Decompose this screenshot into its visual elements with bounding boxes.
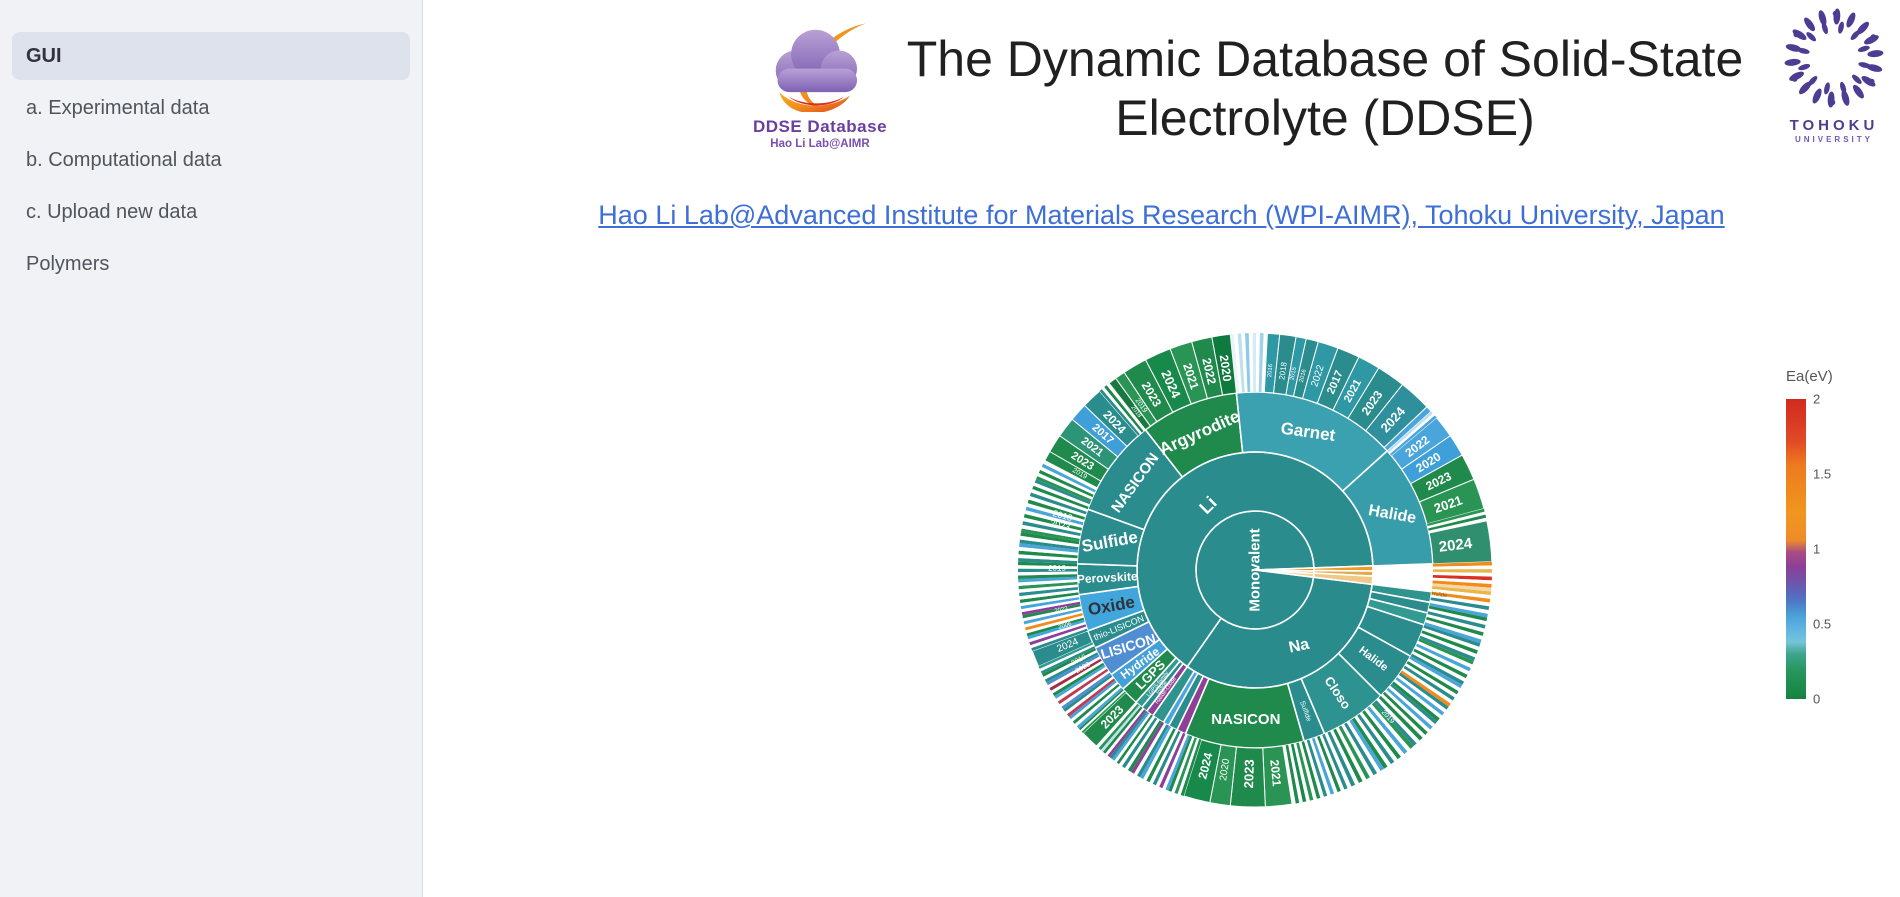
sidebar-item-polymers[interactable]: Polymers bbox=[12, 240, 410, 288]
ea-tick: 0.5 bbox=[1813, 616, 1832, 632]
page-title-line2: Electrolyte (DDSE) bbox=[1115, 90, 1535, 146]
sidebar-item-upload-new-data[interactable]: c. Upload new data bbox=[12, 188, 410, 236]
sidebar-item-label: c. Upload new data bbox=[26, 200, 198, 223]
ea-tick: 1 bbox=[1813, 541, 1821, 557]
ea-legend-ticks: 2 1.5 1 0.5 0 bbox=[1813, 392, 1853, 707]
ddse-logo-title: DDSE Database bbox=[752, 117, 888, 136]
tohoku-university: UNIVERSITY bbox=[1794, 135, 1873, 144]
sidebar-item-label: b. Computational data bbox=[26, 148, 222, 171]
sidebar-item-computational-data[interactable]: b. Computational data bbox=[12, 136, 410, 184]
svg-text:2016: 2016 bbox=[1267, 363, 1274, 377]
ea-tick: 1.5 bbox=[1813, 466, 1832, 482]
sidebar-item-label: a. Experimental data bbox=[26, 96, 210, 119]
ddse-logo: DDSE Database Hao Li Lab@AIMR bbox=[742, 18, 898, 150]
tohoku-logo: TOHOKU UNIVERSITY bbox=[1770, 6, 1898, 144]
svg-text:2021: 2021 bbox=[1267, 759, 1284, 787]
sidebar-item-experimental-data[interactable]: a. Experimental data bbox=[12, 84, 410, 132]
lab-link[interactable]: Hao Li Lab@Advanced Institute for Materi… bbox=[598, 200, 1724, 230]
ea-colorbar bbox=[1786, 399, 1806, 699]
ddse-logo-subtitle: Hao Li Lab@AIMR bbox=[770, 138, 870, 150]
sunburst-chart[interactable]: Monovalent Li Na LGPS Hydride LISICON thio-LIS… bbox=[995, 310, 1515, 830]
tohoku-wreath-icon bbox=[1784, 8, 1884, 108]
sidebar-item-gui[interactable]: GUI bbox=[12, 32, 410, 80]
sidebar-item-label: Polymers bbox=[26, 252, 110, 275]
ea-tick: 2 bbox=[1813, 391, 1821, 407]
ea-tick: 0 bbox=[1813, 691, 1821, 707]
ddse-cloud-icon bbox=[775, 23, 867, 114]
tohoku-name: TOHOKU bbox=[1789, 117, 1879, 134]
svg-text:2019: 2019 bbox=[1048, 564, 1066, 573]
page-title: The Dynamic Database of Solid-State Elect… bbox=[880, 30, 1770, 148]
svg-text:Monovalent: Monovalent bbox=[1247, 528, 1264, 611]
ea-legend: Ea(eV) 2 1.5 1 0.5 0 bbox=[1786, 368, 1833, 707]
sidebar-item-label: GUI bbox=[26, 44, 62, 67]
svg-text:NASICON: NASICON bbox=[1211, 711, 1280, 728]
svg-text:2023: 2023 bbox=[1241, 759, 1257, 788]
ea-legend-title: Ea(eV) bbox=[1786, 368, 1833, 385]
sidebar: GUI a. Experimental data b. Computationa… bbox=[0, 0, 423, 897]
ea-legend-body: 2 1.5 1 0.5 0 bbox=[1786, 392, 1833, 707]
lab-link-row: Hao Li Lab@Advanced Institute for Materi… bbox=[423, 200, 1900, 231]
sidebar-nav: GUI a. Experimental data b. Computationa… bbox=[0, 0, 422, 288]
page-title-line1: The Dynamic Database of Solid-State bbox=[906, 31, 1744, 87]
